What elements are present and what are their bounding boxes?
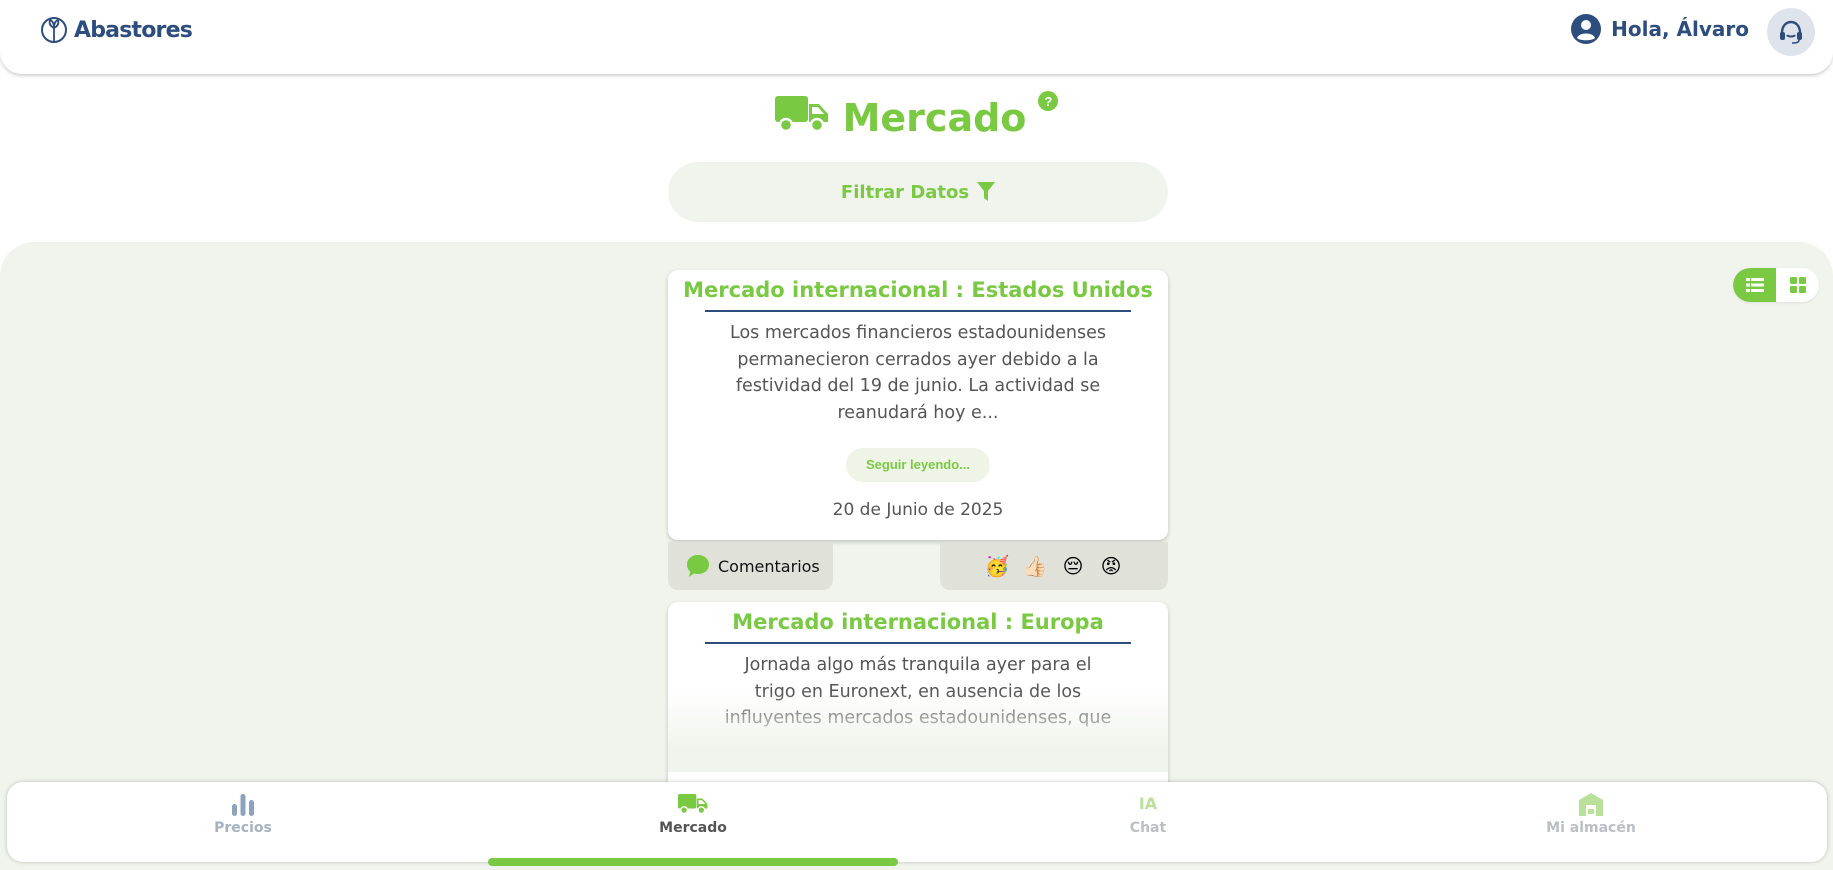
nav-label-mi-almacen: Mi almacén [1546,820,1636,836]
nav-item-chat[interactable]: IA Chat [1038,792,1258,852]
grid-view-button[interactable] [1776,268,1819,302]
reaction-sad-icon[interactable]: 😔 [1061,554,1085,578]
grid-view-icon [1789,277,1806,293]
support-button[interactable] [1767,8,1815,56]
title-divider [705,642,1131,644]
news-card-title[interactable]: Mercado internacional : Estados Unidos [668,270,1168,310]
filter-label: Filtrar Datos [840,181,970,203]
reaction-angry-icon[interactable]: 😡 [1099,554,1123,578]
page-title-row: Mercado ? [0,88,1833,140]
nav-item-mercado[interactable]: Mercado [583,792,803,852]
help-icon[interactable]: ? [1038,91,1059,111]
bar-chart-icon [232,794,254,816]
nav-label-chat: Chat [1129,820,1167,836]
news-feed-area: Mercado internacional : Estados Unidos L… [0,242,1833,870]
brand-name: Abastores [74,17,193,43]
news-card-excerpt: Los mercados financieros estadounidenses… [730,323,1106,423]
user-greeting[interactable]: Hola, Álvaro [1571,14,1749,44]
comments-label: Comentarios [718,556,820,576]
speech-bubble-icon [687,555,709,577]
page-title: Mercado [842,96,1027,140]
reaction-thumbs-up-icon[interactable]: 👍🏻 [1023,554,1048,578]
brand-logo[interactable]: Abastores [40,14,193,46]
filter-data-button[interactable]: Filtrar Datos [668,162,1168,222]
warehouse-icon [1579,793,1603,816]
news-card: Mercado internacional : Europa Jornada a… [668,602,1168,802]
read-more-button[interactable]: Seguir leyendo... [845,448,991,482]
nav-label-precios: Precios [214,820,272,836]
bottom-navigation: Precios Mercado IA Chat Mi almacén [7,782,1827,862]
ia-icon: IA [1138,794,1158,813]
comments-button[interactable]: Comentarios [668,542,833,590]
active-tab-indicator [488,858,898,866]
nav-item-mi-almacen[interactable]: Mi almacén [1481,792,1701,852]
news-card-title[interactable]: Mercado internacional : Europa [668,602,1168,642]
truck-icon [678,794,708,815]
view-toggle [1733,268,1819,302]
leaf-logo-icon [41,17,67,43]
nav-label-mercado: Mercado [659,820,727,836]
nav-item-precios[interactable]: Precios [133,792,353,852]
reactions-bar: 🥳 👍🏻 😔 😡 [940,542,1168,590]
headset-icon [1780,20,1802,44]
news-card-date: 20 de Junio de 2025 [832,500,1004,520]
list-view-icon [1745,278,1764,292]
title-divider [705,310,1131,312]
top-header: Abastores Hola, Álvaro [0,0,1833,74]
list-view-button[interactable] [1733,268,1776,302]
funnel-icon [977,182,996,201]
news-card-excerpt: Jornada algo más tranquila ayer para el … [724,655,1112,728]
user-circle-icon [1571,14,1602,44]
truck-icon [774,96,828,133]
greeting-text: Hola, Álvaro [1611,17,1749,41]
news-card: Mercado internacional : Estados Unidos L… [668,270,1168,540]
reaction-party-icon[interactable]: 🥳 [985,554,1010,578]
